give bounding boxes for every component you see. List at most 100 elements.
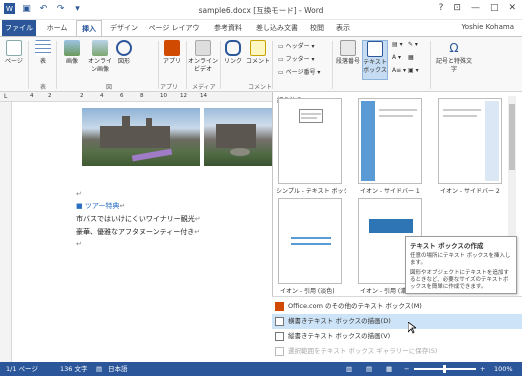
gallery-label: イオン - サイドバー 1 — [360, 188, 420, 195]
tooltip-body-1: 任意の場所にテキスト ボックスを挿入します。 — [410, 253, 511, 266]
group-label-media: メディア — [192, 84, 216, 91]
ribbon-button-link[interactable]: リンク — [222, 40, 244, 66]
object-button[interactable]: ▣ ▾ — [408, 67, 419, 74]
group-separator — [430, 41, 431, 89]
comment-icon — [250, 40, 266, 56]
group-separator — [56, 41, 57, 89]
footer-button[interactable]: ▭ フッター ▾ — [278, 54, 315, 63]
ruler-number: 8 — [140, 93, 144, 99]
ruler-number: 10 — [160, 93, 167, 99]
gallery-item-ion-sidebar-1[interactable] — [358, 98, 422, 184]
window-controls: ? ⊡ — □ ✕ — [439, 3, 516, 13]
header-button[interactable]: ▭ ヘッダー ▾ — [278, 41, 315, 50]
signature-button[interactable]: ✎ ▾ — [408, 41, 418, 48]
group-label-table: 表 — [40, 84, 47, 91]
save-selection-icon — [275, 347, 284, 356]
tab-design[interactable]: デザイン — [106, 20, 142, 36]
ribbon-button-comment[interactable]: コメント — [246, 40, 270, 66]
zoom-in-button[interactable]: + — [480, 362, 485, 376]
proofing-icon[interactable]: ▤ — [96, 362, 102, 376]
tab-insert[interactable]: 挿入 — [76, 20, 102, 37]
zoom-out-button[interactable]: − — [404, 362, 409, 376]
ribbon-button-apps[interactable]: アプリ — [162, 40, 182, 66]
print-layout-icon[interactable]: ▤ — [366, 362, 372, 376]
zoom-slider-thumb[interactable] — [443, 365, 446, 373]
ribbon-button-picture[interactable]: 画像 — [60, 40, 84, 66]
group-label-apps: アプリ — [160, 84, 179, 91]
draw-textbox-icon — [275, 317, 284, 326]
group-separator — [186, 41, 187, 89]
gallery-scrollbar-thumb[interactable] — [509, 104, 515, 170]
group-separator — [220, 41, 221, 89]
wordart-button[interactable]: A ▾ — [392, 54, 401, 61]
gallery-item-ion-quote-light[interactable] — [278, 198, 342, 284]
web-layout-icon[interactable]: ▦ — [386, 362, 392, 376]
apps-icon — [164, 40, 180, 56]
document-line-1[interactable]: 市バスではいけにくいワイナリー観光↵ — [76, 214, 201, 224]
menu-item-save-selection[interactable]: 選択範囲をテキスト ボックス ギャラリーに保存(S) — [272, 344, 522, 359]
menu-item-more-textboxes[interactable]: Office.com のその他のテキスト ボックス(M) — [272, 299, 522, 314]
status-page[interactable]: 1/1 ページ — [6, 362, 38, 376]
group-separator — [332, 41, 333, 89]
picture-icon — [64, 40, 80, 56]
horizontal-ruler[interactable]: L 4 2 2 4 6 8 10 12 14 — [0, 92, 272, 102]
quick-parts-button[interactable]: ▤ ▾ — [392, 41, 403, 48]
paragraph-mark: ↵ — [76, 240, 82, 248]
tooltip: テキスト ボックスの作成 任意の場所にテキスト ボックスを挿入します。 図形やオ… — [405, 236, 517, 294]
tab-selector[interactable]: L — [4, 93, 7, 100]
footer-icon: ▭ — [278, 56, 286, 63]
minimize-button[interactable]: — — [471, 3, 480, 13]
document-photo-plaza[interactable] — [204, 108, 272, 166]
document-photo-castle[interactable] — [82, 108, 200, 166]
menu-item-draw-textbox[interactable]: 横書きテキスト ボックスの描画(D) — [272, 314, 522, 329]
document-page[interactable]: ↵ ■ ツアー特典↵ 市バスではいけにくいワイナリー観光↵ 豪華、優雅なアフタヌ… — [12, 102, 272, 362]
group-separator — [158, 41, 159, 89]
ribbon-button-online-picture[interactable]: オンライン画像 — [86, 40, 114, 74]
textbox-menu: Office.com のその他のテキスト ボックス(M) 横書きテキスト ボック… — [272, 296, 522, 362]
ribbon-button-page[interactable]: ページ — [2, 40, 26, 66]
tab-review[interactable]: 校閲 — [306, 20, 328, 36]
tab-home[interactable]: ホーム — [40, 20, 74, 36]
read-mode-icon[interactable]: ▥ — [346, 362, 352, 376]
ribbon-button-shapes[interactable]: 図形 — [114, 40, 134, 66]
zoom-level[interactable]: 100% — [494, 362, 513, 376]
status-word-count[interactable]: 136 文字 — [60, 362, 87, 376]
ribbon-button-online-video[interactable]: オンラインビデオ — [188, 40, 218, 74]
ruler-number: 14 — [200, 93, 207, 99]
document-line-2[interactable]: 豪華、優雅なアフタヌーンティー付き↵ — [76, 227, 200, 237]
gallery-item-simple[interactable] — [278, 98, 342, 184]
vertical-ruler[interactable] — [0, 102, 12, 362]
close-button[interactable]: ✕ — [508, 3, 516, 13]
dropcap-button[interactable]: A≡ ▾ — [392, 67, 406, 74]
help-button[interactable]: ? — [439, 3, 444, 13]
ribbon-button-symbol[interactable]: Ω 記号と特殊文字 — [434, 40, 474, 74]
ruler-number: 4 — [100, 93, 104, 99]
symbol-icon: Ω — [449, 41, 459, 55]
ruler-number: 12 — [180, 93, 187, 99]
tab-view[interactable]: 表示 — [332, 20, 354, 36]
tab-file[interactable]: ファイル — [2, 20, 36, 36]
tab-page-layout[interactable]: ページ レイアウト — [146, 20, 202, 48]
maximize-button[interactable]: □ — [490, 3, 499, 13]
shapes-icon — [116, 40, 132, 56]
paragraph-mark: ↵ — [76, 190, 82, 198]
user-name[interactable]: Yoshie Kohama — [461, 23, 514, 31]
page-number-button[interactable]: ▭ ページ番号 ▾ — [278, 67, 320, 76]
table-icon — [35, 40, 51, 56]
menu-item-draw-vertical-textbox[interactable]: 縦書きテキスト ボックスの描画(V) — [272, 329, 522, 344]
ribbon-button-table[interactable]: 表 — [32, 40, 54, 66]
link-icon — [225, 40, 241, 56]
ribbon-display-button[interactable]: ⊡ — [453, 3, 461, 13]
ribbon-button-textbox[interactable]: テキストボックス — [362, 40, 388, 80]
gallery-label: シンプル - テキスト ボックス — [276, 188, 346, 195]
ruler-number: 2 — [48, 93, 52, 99]
gallery-item-ion-sidebar-2[interactable] — [438, 98, 502, 184]
bullet-heading[interactable]: ■ ツアー特典↵ — [76, 201, 125, 211]
ribbon-button-page-number-format[interactable]: 段落番号 — [336, 40, 360, 66]
status-language[interactable]: 日本語 — [108, 362, 128, 376]
tab-references[interactable]: 参考資料 — [208, 20, 248, 36]
datetime-button[interactable]: ▦ — [408, 54, 414, 61]
title-bar: W ▣ ↶ ↷ ▾ sample6.docx [互換モード] - Word ? … — [0, 0, 522, 20]
office-icon — [275, 302, 284, 311]
tab-mailings[interactable]: 差し込み文書 — [252, 20, 302, 36]
